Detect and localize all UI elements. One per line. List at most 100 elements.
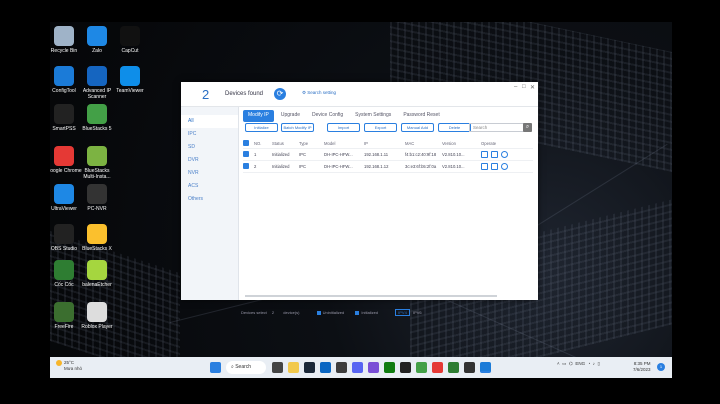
tab-upgrade[interactable]: Upgrade [276,110,305,122]
clock[interactable]: 8:35 PM 7/6/2023 [633,361,651,373]
initialized-legend-icon [355,310,360,315]
obs-icon[interactable] [400,362,411,373]
desktop-icon-bluestacks-multi[interactable]: BlueStacks Multi-Insta... [79,146,115,180]
select-all-checkbox[interactable] [243,139,249,146]
sidebar-item-sd[interactable]: SD [181,141,238,154]
sidebar-item-dvr[interactable]: DVR [181,154,238,167]
store-icon[interactable] [336,362,347,373]
desktop-icon-capcut[interactable]: CapCut [112,26,148,54]
tab-password-reset[interactable]: Password Reset [398,110,444,122]
row-checkbox[interactable] [243,151,249,157]
tab-system-settings[interactable]: System Settings [350,110,396,122]
file-explorer-icon[interactable] [288,362,299,373]
row-mac: 3c:e3:6f:b5:2f:0a [405,164,437,169]
app-icon[interactable] [368,362,379,373]
desktop-icon-label: CapCut [121,48,139,54]
desktop-icon-bluestacks[interactable]: BlueStacks 5 [79,104,115,132]
desktop-icon-roblox[interactable]: Roblox Player [79,302,115,330]
device-table: NO. Status Type Model IP MAC Version Ope… [243,138,533,173]
time: 8:35 PM [633,361,651,366]
sidebar-item-ipc[interactable]: IPC [181,128,238,141]
sidebar-item-all[interactable]: All [181,115,238,128]
desktop-icon-freefire[interactable]: FreeFire [50,302,82,330]
desktop-icon-advanced-ip-scanner[interactable]: Advanced IP Scanner [79,66,115,100]
manual-add-button[interactable]: Manual Add [401,123,434,132]
desktop-icon-obs[interactable]: OBS Studio [50,224,82,252]
web-icon[interactable] [501,163,508,170]
row-checkbox[interactable] [243,163,249,169]
steam-icon[interactable] [304,362,315,373]
edge-icon[interactable] [320,362,331,373]
search-input[interactable]: Search [469,123,529,132]
details-icon[interactable] [491,163,498,170]
export-button[interactable]: Export [364,123,397,132]
sidebar-item-nvr[interactable]: NVR [181,167,238,180]
desktop-icon-coccoc[interactable]: Cốc Cốc [50,260,82,288]
search-icon[interactable]: ⌕ [523,123,532,132]
batch-modify-ip-button[interactable]: Batch Modify IP [281,123,314,132]
table-row[interactable]: 1 Initialized IPC DH-IPC-HFW... 192.168.… [243,149,533,161]
status-footer: Devices select 2 device(s) Uninitialized… [241,309,531,320]
tab-device-config[interactable]: Device Config [307,110,348,122]
desktop-icon-recycle-bin[interactable]: Recycle Bin [50,26,82,54]
desktop-icon-label: SmartPSS [52,126,76,132]
tab-modify-ip[interactable]: Modify IP [243,110,274,122]
chrome-icon[interactable] [432,362,443,373]
desktop-icon-label: FreeFire [54,324,74,330]
maximize-button[interactable]: □ [522,84,526,90]
desktop-icon-configtool[interactable]: ConfigTool [50,66,82,94]
edit-icon[interactable] [481,151,488,158]
desktop-icon-smartpss[interactable]: SmartPSS [50,104,82,132]
details-icon[interactable] [491,151,498,158]
recycle-bin-icon [54,26,74,46]
coccoc-icon [54,260,74,280]
column-header: Status [272,140,284,146]
configtool-window: 2 Devices found ⟳ ⚙ Search setting – □ ✕… [181,82,538,316]
column-header: Model [324,140,336,146]
device-count: 2 [202,87,210,102]
language-indicator[interactable]: ENG [575,361,585,366]
desktop-icon-bluestacks-x[interactable]: BlueStacks X [79,224,115,252]
row-no: 1 [254,152,257,157]
temperature: 25°C [64,360,75,366]
import-button[interactable]: Import [327,123,360,132]
table-row[interactable]: 2 Initialized IPC DH-IPC-HFW... 192.168.… [243,161,533,173]
initialize-button[interactable]: Initialize [245,123,278,132]
horizontal-scrollbar[interactable] [245,295,497,297]
desktop-icon-pc-nvr[interactable]: PC-NVR [79,184,115,212]
taskbar-search[interactable]: ⌕ Search [226,361,266,374]
desktop-icon-label: balenaEtcher [82,282,112,288]
desktop-icon-zalo[interactable]: Zalo [79,26,115,54]
row-status: Initialized [272,152,290,157]
sidebar-item-others[interactable]: Others [181,193,238,206]
capcut-icon[interactable] [464,362,475,373]
ipv6-toggle[interactable]: IPV6 [413,310,422,315]
discord-icon[interactable] [352,362,363,373]
xbox-icon[interactable] [384,362,395,373]
edit-icon[interactable] [481,163,488,170]
search-setting-link[interactable]: ⚙ Search setting [302,90,336,96]
sidebar-item-acs[interactable]: ACS [181,180,238,193]
initialized-label: Initialized [361,310,379,315]
row-mac: f4:b1:c2:40:9f:18 [405,152,437,157]
system-tray[interactable]: ˄ ▭ ⌬ ENG ◔ ♪ ▯ [557,361,600,367]
ipv4-toggle[interactable]: IPV4 [395,309,410,316]
minimize-button[interactable]: – [514,84,517,90]
notification-badge[interactable]: 1 [657,363,665,371]
device-type-sidebar: All IPC SD DVR NVR ACS Others [181,107,239,300]
desktop-icon-balenaetcher[interactable]: balenaEtcher [79,260,115,288]
coccoc-icon[interactable] [448,362,459,373]
desktop-icon-ultraviewer[interactable]: UltraViewer [50,184,82,212]
refresh-icon[interactable]: ⟳ [274,88,286,100]
delete-button[interactable]: Delete [438,123,471,132]
weather-widget[interactable]: 25°C Mưa nhỏ [56,360,82,372]
web-icon[interactable] [501,151,508,158]
desktop-icon-label: PC-NVR [87,206,107,212]
desktop-icon-teamviewer[interactable]: TeamViewer [112,66,148,94]
desktop-icon-chrome[interactable]: Google Chrome [50,146,82,174]
bluestacks-icon[interactable] [416,362,427,373]
task-view-icon[interactable] [272,362,283,373]
configtool-icon[interactable] [480,362,491,373]
close-button[interactable]: ✕ [530,84,535,91]
start-icon[interactable] [210,362,221,373]
